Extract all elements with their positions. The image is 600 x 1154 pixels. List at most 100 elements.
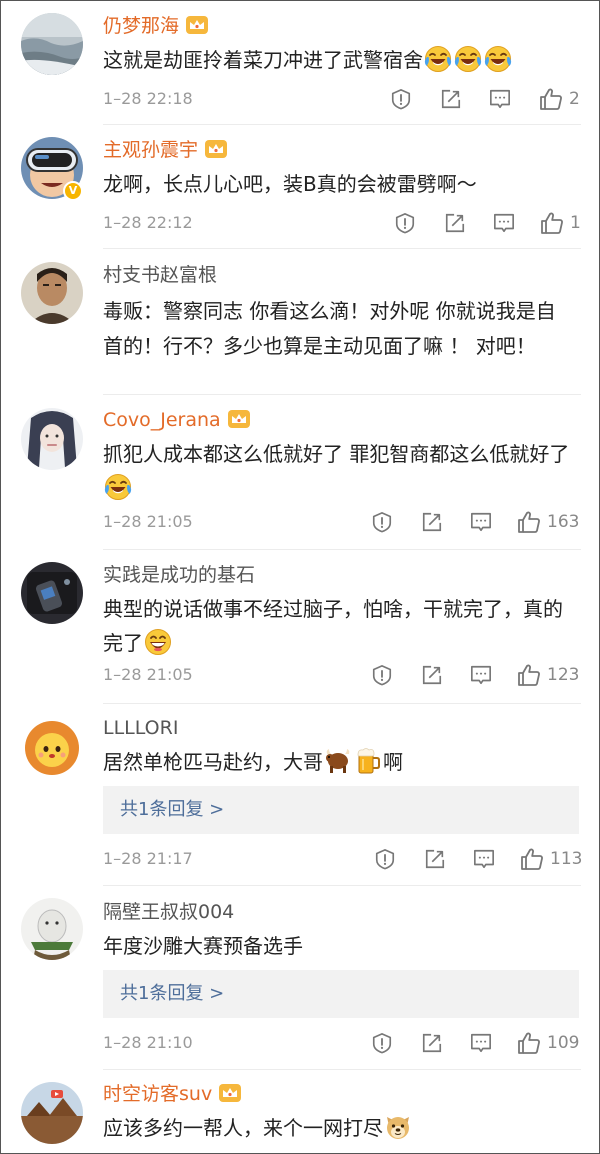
like-count: 2 <box>569 89 580 109</box>
report-button[interactable] <box>390 87 412 111</box>
avatar[interactable] <box>21 716 83 778</box>
report-button[interactable] <box>371 1031 393 1055</box>
comment-item: 仍梦那海 这就是劫匪拎着菜刀冲进了武警宿舍 1–28 22:18 2 <box>1 1 600 125</box>
replies-link[interactable]: 共1条回复 > <box>103 786 579 834</box>
share-icon <box>424 848 446 870</box>
like-button[interactable]: 123 <box>517 663 579 687</box>
comment-item: 隔壁王叔叔004 年度沙雕大赛预备选手 共1条回复 > 1–28 21:10 1… <box>1 886 600 1070</box>
timestamp: 1–28 21:17 <box>103 849 193 868</box>
timestamp: 1–28 21:10 <box>103 1033 193 1052</box>
comment-meta: 1–28 21:05 123 <box>103 663 581 687</box>
comment-item: V 主观孙震宇 龙啊，长点儿心吧，装B真的会被雷劈啊～ 1–28 22:12 1 <box>1 125 600 249</box>
avatar[interactable] <box>21 562 83 624</box>
laugh-cry-emoji-icon <box>104 473 132 501</box>
laugh-cry-emoji-icon <box>424 45 452 73</box>
reply-button[interactable] <box>470 1031 492 1055</box>
username[interactable]: 实践是成功的基石 <box>103 563 255 587</box>
reply-button[interactable] <box>470 510 492 534</box>
comment-item: Covo_Jerana 抓犯人成本都这么低就好了 罪犯智商都这么低就好了 1–2… <box>1 395 600 550</box>
comment-item: 时空访客suv 应该多约一帮人，来个一网打尽 <box>1 1070 600 1154</box>
like-count: 163 <box>547 512 580 532</box>
share-icon <box>421 511 443 533</box>
report-icon <box>371 511 393 533</box>
username[interactable]: LLLLORI <box>103 716 178 740</box>
like-button[interactable]: 163 <box>517 510 579 534</box>
vip-crown-icon <box>227 409 251 429</box>
share-icon <box>421 1032 443 1054</box>
username[interactable]: Covo_Jerana <box>103 408 251 432</box>
comment-icon <box>493 212 515 234</box>
avatar[interactable] <box>21 408 83 470</box>
comment-text: 毒贩：警察同志 你看这么滴！对外呢 你就说我是自首的！行不？多少也算是主动见面了… <box>103 299 556 358</box>
report-button[interactable] <box>371 663 393 687</box>
avatar[interactable] <box>21 13 83 75</box>
share-icon <box>440 88 462 110</box>
timestamp: 1–28 22:12 <box>103 213 193 232</box>
reply-button[interactable] <box>489 87 511 111</box>
vip-crown-icon <box>218 1083 242 1103</box>
like-button[interactable]: 109 <box>517 1031 579 1055</box>
share-button[interactable] <box>421 663 443 687</box>
comment-icon <box>489 88 511 110</box>
comment-icon <box>470 664 492 686</box>
report-button[interactable] <box>394 211 416 235</box>
username[interactable]: 主观孙震宇 <box>103 138 228 162</box>
like-count: 1 <box>570 213 581 233</box>
like-button[interactable]: 1 <box>540 211 581 235</box>
avatar[interactable] <box>21 898 83 960</box>
comment-item: LLLLORI 居然单枪匹马赴约，大哥啊 共1条回复 > 1–28 21:17 … <box>1 704 600 886</box>
comment-item: 村支书赵富根 毒贩：警察同志 你看这么滴！对外呢 你就说我是自首的！行不？多少也… <box>1 249 600 395</box>
comment-text: 龙啊，长点儿心吧，装B真的会被雷劈啊～ <box>103 172 477 196</box>
avatar[interactable] <box>21 1082 83 1144</box>
report-icon <box>371 664 393 686</box>
like-count: 109 <box>547 1033 580 1053</box>
report-button[interactable] <box>374 847 396 871</box>
share-icon <box>421 664 443 686</box>
grin-emoji-icon <box>144 628 172 656</box>
laugh-cry-emoji-icon <box>454 45 482 73</box>
share-button[interactable] <box>440 87 462 111</box>
comment-text: 抓犯人成本都这么低就好了 罪犯智商都这么低就好了 <box>103 437 573 505</box>
thumbs-up-icon <box>539 87 563 111</box>
comment-text: 年度沙雕大赛预备选手 <box>103 934 303 958</box>
thumbs-up-icon <box>517 1031 541 1055</box>
thumbs-up-icon <box>540 211 564 235</box>
comment-meta: 1–28 21:10 109 <box>103 1031 581 1055</box>
like-count: 113 <box>550 849 583 869</box>
username[interactable]: 仍梦那海 <box>103 14 209 38</box>
report-icon <box>390 88 412 110</box>
reply-button[interactable] <box>473 847 495 871</box>
replies-link[interactable]: 共1条回复 > <box>103 970 579 1018</box>
doge-emoji-icon <box>384 1113 412 1141</box>
comment-icon <box>470 511 492 533</box>
comment-meta: 1–28 22:12 1 <box>103 211 581 235</box>
comment-text: 典型的说话做事不经过脑子，怕啥，干就完了，真的完了 <box>103 597 563 656</box>
comment-text: 居然单枪匹马赴约，大哥啊 <box>103 745 573 779</box>
username[interactable]: 村支书赵富根 <box>103 263 217 287</box>
reply-button[interactable] <box>493 211 515 235</box>
like-button[interactable]: 2 <box>539 87 580 111</box>
thumbs-up-icon <box>517 510 541 534</box>
thumbs-up-icon <box>517 663 541 687</box>
report-icon <box>374 848 396 870</box>
share-button[interactable] <box>444 211 466 235</box>
timestamp: 1–28 22:18 <box>103 89 193 108</box>
laugh-cry-emoji-icon <box>484 45 512 73</box>
vip-crown-icon <box>204 139 228 159</box>
timestamp: 1–28 21:05 <box>103 665 193 684</box>
username[interactable]: 时空访客suv <box>103 1082 242 1106</box>
reply-button[interactable] <box>470 663 492 687</box>
report-button[interactable] <box>371 510 393 534</box>
comment-meta: 1–28 22:18 2 <box>103 87 581 111</box>
report-icon <box>371 1032 393 1054</box>
share-icon <box>444 212 466 234</box>
username[interactable]: 隔壁王叔叔004 <box>103 900 234 924</box>
timestamp: 1–28 21:05 <box>103 512 193 531</box>
verified-badge: V <box>63 181 83 201</box>
share-button[interactable] <box>424 847 446 871</box>
avatar[interactable] <box>21 262 83 324</box>
like-button[interactable]: 113 <box>520 847 582 871</box>
vip-crown-icon <box>185 15 209 35</box>
share-button[interactable] <box>421 1031 443 1055</box>
share-button[interactable] <box>421 510 443 534</box>
